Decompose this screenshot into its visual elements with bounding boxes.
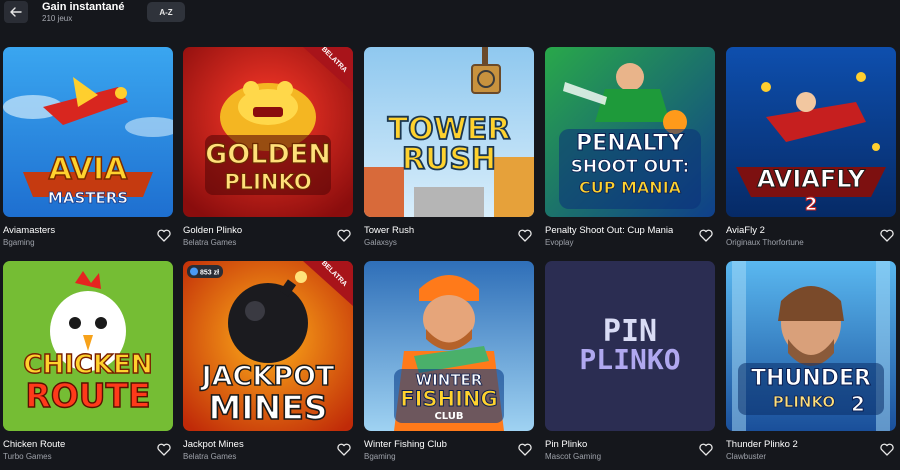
thunder-plinko-2-artwork: THUNDER PLINKO 2 bbox=[726, 261, 896, 431]
game-provider: Belatra Games bbox=[183, 238, 237, 247]
svg-text:PLINKO: PLINKO bbox=[773, 393, 835, 411]
heart-outline-icon[interactable] bbox=[880, 443, 894, 456]
svg-text:CLUB: CLUB bbox=[434, 411, 463, 422]
heart-outline-icon[interactable] bbox=[337, 229, 351, 242]
svg-text:AVIAFLY: AVIAFLY bbox=[757, 165, 866, 193]
game-name[interactable]: Pin Plinko bbox=[545, 439, 587, 450]
game-card[interactable]: BELATRA GOLDEN PLINKO Golden Plinko Bela… bbox=[183, 47, 353, 247]
game-card[interactable]: CHICKEN ROUTE Chicken Route Turbo Games bbox=[3, 261, 173, 461]
game-name[interactable]: Golden Plinko bbox=[183, 225, 242, 236]
game-provider: Originaux Thorfortune bbox=[726, 238, 804, 247]
game-thumbnail[interactable]: TOWER RUSH bbox=[364, 47, 534, 217]
aviamasters-artwork: AVIA MASTERS bbox=[3, 47, 173, 217]
svg-text:RUSH: RUSH bbox=[402, 142, 496, 177]
game-card[interactable]: PIN PLINKO Pin Plinko Mascot Gaming bbox=[545, 261, 715, 461]
game-name[interactable]: Tower Rush bbox=[364, 225, 414, 236]
sort-button[interactable]: A-Z bbox=[147, 2, 185, 22]
game-name[interactable]: Winter Fishing Club bbox=[364, 439, 447, 450]
game-thumbnail[interactable]: THUNDER PLINKO 2 bbox=[726, 261, 896, 431]
svg-text:2: 2 bbox=[851, 392, 865, 416]
game-card[interactable]: AVIA MASTERS Aviamasters Bgaming bbox=[3, 47, 173, 247]
game-card[interactable]: TOWER RUSH Tower Rush Galaxsys bbox=[364, 47, 534, 247]
game-provider: Galaxsys bbox=[364, 238, 397, 247]
game-name[interactable]: Penalty Shoot Out: Cup Mania bbox=[545, 225, 673, 236]
game-thumbnail[interactable]: AVIA MASTERS bbox=[3, 47, 173, 217]
game-name[interactable]: AviaFly 2 bbox=[726, 225, 765, 236]
page-title: Gain instantané bbox=[42, 1, 125, 13]
game-provider: Turbo Games bbox=[3, 452, 52, 461]
heart-outline-icon[interactable] bbox=[880, 229, 894, 242]
jackpot-mines-artwork: BELATRA 853 zł JACKPOT MINES bbox=[183, 261, 353, 431]
game-name[interactable]: Thunder Plinko 2 bbox=[726, 439, 798, 450]
svg-text:GOLDEN: GOLDEN bbox=[205, 139, 331, 170]
game-provider: Clawbuster bbox=[726, 452, 767, 461]
game-card[interactable]: PENALTY SHOOT OUT: CUP MANIA Penalty Sho… bbox=[545, 47, 715, 247]
heart-outline-icon[interactable] bbox=[699, 229, 713, 242]
game-thumbnail[interactable]: BELATRA GOLDEN PLINKO bbox=[183, 47, 353, 217]
svg-text:2: 2 bbox=[805, 194, 818, 215]
svg-text:THUNDER: THUNDER bbox=[751, 366, 871, 391]
game-thumbnail[interactable]: BELATRA 853 zł JACKPOT MINES bbox=[183, 261, 353, 431]
game-name[interactable]: Chicken Route bbox=[3, 439, 65, 450]
game-card[interactable]: THUNDER PLINKO 2 Thunder Plinko 2 Clawbu… bbox=[726, 261, 896, 461]
heart-outline-icon[interactable] bbox=[518, 229, 532, 242]
svg-text:PENALTY: PENALTY bbox=[576, 131, 685, 156]
arrow-left-icon bbox=[10, 7, 22, 17]
heart-outline-icon[interactable] bbox=[518, 443, 532, 456]
heart-outline-icon[interactable] bbox=[337, 443, 351, 456]
game-thumbnail[interactable]: AVIAFLY 2 bbox=[726, 47, 896, 217]
game-provider: Mascot Gaming bbox=[545, 452, 602, 461]
game-provider: Evoplay bbox=[545, 238, 574, 247]
game-provider: Bgaming bbox=[364, 452, 396, 461]
winter-fishing-club-artwork: WINTER FISHING CLUB bbox=[364, 261, 534, 431]
svg-text:853 zł: 853 zł bbox=[200, 270, 219, 277]
game-provider: Bgaming bbox=[3, 238, 35, 247]
svg-text:SHOOT OUT:: SHOOT OUT: bbox=[571, 157, 690, 177]
penalty-shoot-out-artwork: PENALTY SHOOT OUT: CUP MANIA bbox=[545, 47, 715, 217]
heart-outline-icon[interactable] bbox=[699, 443, 713, 456]
game-provider: Belatra Games bbox=[183, 452, 237, 461]
chicken-route-artwork: CHICKEN ROUTE bbox=[3, 261, 173, 431]
svg-text:FISHING: FISHING bbox=[400, 387, 497, 411]
svg-text:MASTERS: MASTERS bbox=[48, 189, 128, 207]
heart-outline-icon[interactable] bbox=[157, 229, 171, 242]
svg-text:PLINKO: PLINKO bbox=[579, 343, 680, 376]
game-thumbnail[interactable]: WINTER FISHING CLUB bbox=[364, 261, 534, 431]
game-thumbnail[interactable]: CHICKEN ROUTE bbox=[3, 261, 173, 431]
game-card[interactable]: AVIAFLY 2 AviaFly 2 Originaux Thorfortun… bbox=[726, 47, 896, 247]
game-card[interactable]: WINTER FISHING CLUB Winter Fishing Club … bbox=[364, 261, 534, 461]
pin-plinko-artwork: PIN PLINKO bbox=[545, 261, 715, 431]
svg-text:AVIA: AVIA bbox=[49, 152, 129, 187]
aviafly-2-artwork: AVIAFLY 2 bbox=[726, 47, 896, 217]
game-name[interactable]: Aviamasters bbox=[3, 225, 55, 236]
top-bar: Gain instantané 210 jeux A-Z bbox=[0, 0, 900, 28]
svg-text:CUP MANIA: CUP MANIA bbox=[579, 178, 682, 197]
games-count: 210 jeux bbox=[42, 14, 73, 23]
svg-text:PLINKO: PLINKO bbox=[224, 170, 311, 194]
svg-text:MINES: MINES bbox=[208, 388, 327, 427]
heart-outline-icon[interactable] bbox=[157, 443, 171, 456]
golden-plinko-artwork: BELATRA GOLDEN PLINKO bbox=[183, 47, 353, 217]
game-card[interactable]: BELATRA 853 zł JACKPOT MINES Jackpot Min… bbox=[183, 261, 353, 461]
game-thumbnail[interactable]: PIN PLINKO bbox=[545, 261, 715, 431]
back-button[interactable] bbox=[4, 1, 28, 23]
tower-rush-artwork: TOWER RUSH bbox=[364, 47, 534, 217]
svg-text:ROUTE: ROUTE bbox=[25, 376, 150, 415]
game-name[interactable]: Jackpot Mines bbox=[183, 439, 244, 450]
game-thumbnail[interactable]: PENALTY SHOOT OUT: CUP MANIA bbox=[545, 47, 715, 217]
